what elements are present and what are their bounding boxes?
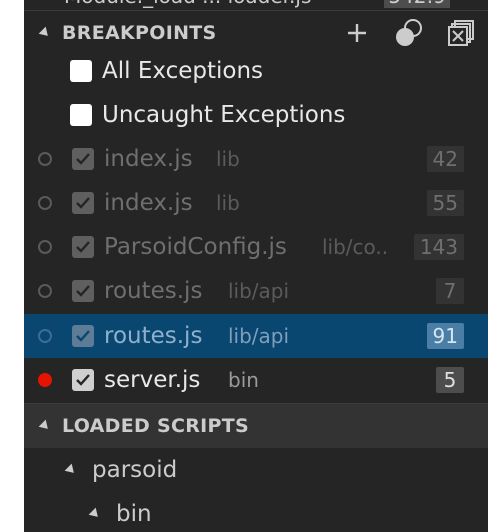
breakpoint-file: routes.js bbox=[104, 323, 203, 349]
exception-filter-uncaught[interactable]: Uncaught Exceptions bbox=[24, 93, 488, 137]
breakpoint-disabled-icon bbox=[38, 329, 52, 343]
tree-item-folder[interactable]: parsoid bbox=[24, 448, 488, 492]
breakpoint-path: lib/api bbox=[228, 324, 290, 348]
exception-filter-all[interactable]: All Exceptions bbox=[24, 49, 488, 93]
breakpoint-line-badge: 91 bbox=[426, 323, 464, 349]
breakpoint-item[interactable]: ParsoidConfig.js lib/co.. 143 bbox=[24, 225, 488, 269]
tree-item-folder[interactable]: bin bbox=[24, 492, 488, 532]
breakpoint-item[interactable]: routes.js lib/api 7 bbox=[24, 269, 488, 313]
breakpoint-line-badge: 55 bbox=[426, 190, 464, 216]
breakpoint-item[interactable]: index.js lib 42 bbox=[24, 137, 488, 181]
breakpoint-checkbox[interactable] bbox=[72, 325, 94, 347]
loaded-scripts-title: LOADED SCRIPTS bbox=[62, 415, 250, 437]
exception-checkbox[interactable] bbox=[70, 104, 92, 126]
breakpoint-active-icon bbox=[38, 373, 52, 387]
breakpoint-line-badge: 7 bbox=[436, 278, 464, 304]
breakpoint-checkbox[interactable] bbox=[72, 148, 94, 170]
add-icon[interactable] bbox=[342, 18, 372, 48]
breakpoint-disabled-icon bbox=[38, 240, 52, 254]
chevron-down-icon[interactable] bbox=[88, 507, 102, 521]
peek-title: Module._load ... loader.js bbox=[64, 0, 311, 8]
exception-label: All Exceptions bbox=[102, 58, 263, 84]
breakpoint-path: lib/co.. bbox=[322, 235, 389, 259]
breakpoint-disabled-icon bbox=[38, 152, 52, 166]
breakpoints-title: BREAKPOINTS bbox=[62, 22, 217, 44]
breakpoint-file: ParsoidConfig.js bbox=[104, 234, 287, 260]
exception-label: Uncaught Exceptions bbox=[102, 102, 346, 128]
breakpoint-path: bin bbox=[228, 368, 259, 392]
breakpoint-file: server.js bbox=[104, 367, 201, 393]
loaded-scripts-header[interactable]: LOADED SCRIPTS bbox=[24, 403, 488, 448]
breakpoint-line-badge: 143 bbox=[413, 234, 464, 260]
breakpoint-checkbox[interactable] bbox=[72, 369, 94, 391]
breakpoint-item-selected[interactable]: routes.js lib/api 91 bbox=[24, 314, 488, 358]
breakpoint-file: index.js bbox=[104, 146, 193, 172]
breakpoint-path: lib/api bbox=[228, 279, 290, 303]
breakpoint-path: lib bbox=[216, 147, 240, 171]
breakpoint-line-badge: 42 bbox=[426, 146, 464, 172]
breakpoint-item[interactable]: server.js bin 5 bbox=[24, 358, 488, 402]
breakpoint-line-badge: 5 bbox=[436, 367, 464, 393]
breakpoint-checkbox[interactable] bbox=[72, 280, 94, 302]
exception-checkbox[interactable] bbox=[70, 60, 92, 82]
tree-item-label: bin bbox=[116, 501, 152, 527]
breakpoint-disabled-icon bbox=[38, 284, 52, 298]
breakpoint-path: lib bbox=[216, 191, 240, 215]
breakpoint-checkbox[interactable] bbox=[72, 236, 94, 258]
chevron-down-icon[interactable] bbox=[38, 26, 52, 40]
breakpoint-file: routes.js bbox=[104, 278, 203, 304]
chevron-down-icon[interactable] bbox=[38, 419, 52, 433]
tree-item-label: parsoid bbox=[92, 457, 178, 483]
peek-badge: 542:9 bbox=[384, 0, 450, 8]
breakpoint-file: index.js bbox=[104, 190, 193, 216]
debug-sidebar: Module._load ... loader.js 542:9 BREAKPO… bbox=[24, 0, 488, 532]
breakpoint-checkbox[interactable] bbox=[72, 192, 94, 214]
remove-all-icon[interactable] bbox=[446, 18, 476, 48]
breakpoint-disabled-icon bbox=[38, 196, 52, 210]
breakpoint-item[interactable]: index.js lib 55 bbox=[24, 181, 488, 225]
chevron-down-icon[interactable] bbox=[64, 463, 78, 477]
call-stack-peek: Module._load ... loader.js 542:9 bbox=[24, 0, 488, 10]
toggle-breakpoints-icon[interactable] bbox=[394, 18, 424, 48]
